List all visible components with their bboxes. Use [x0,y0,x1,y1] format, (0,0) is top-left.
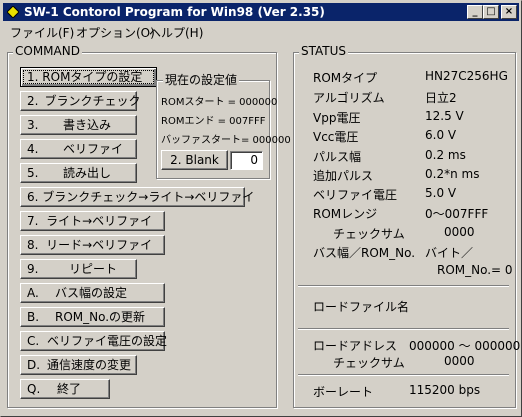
button-key: 5. [27,166,39,180]
button-key: 7. [27,214,39,228]
verify-button[interactable]: 4. ベリファイ [20,139,137,159]
read-verify-button[interactable]: 8. リード→ベリファイ [20,235,165,255]
rom-type-label: ROMタイプ [313,71,378,85]
baud-rate-label: ボーレート [313,385,374,399]
button-key: A. [27,286,39,300]
main-window: SW-1 Contorol Program for Win98 (Ver 2.3… [0,0,522,417]
button-key: B. [27,310,40,324]
menu-file[interactable]: ファイル(F) [10,24,74,41]
blank-value-field[interactable]: 0 [230,151,263,170]
blank-write-verify-button[interactable]: 6. ブランクチェック→ライト→ベリファイ [20,187,254,207]
load-checksum-value: 0000 [444,354,475,368]
minimize-button[interactable]: _ [467,5,483,19]
menu-option[interactable]: オプション(O) [76,24,155,41]
button-label: ブランクチェック [44,94,141,108]
button-label: リピート [69,262,118,276]
button-label: ROMタイプの設定 [42,70,143,84]
repeat-button[interactable]: 9. リピート [20,259,137,279]
minimize-icon: _ [472,6,478,17]
window-title: SW-1 Contorol Program for Win98 (Ver 2.3… [24,5,325,19]
additional-pulse-value: 0.2*n ms [425,167,480,181]
button-label: リード→ベリファイ [46,238,153,252]
load-checksum-label: チェックサム [333,356,405,370]
bus-width-setting-button[interactable]: A. バス幅の設定 [20,283,165,303]
checksum-value: 0000 [444,225,475,239]
close-button[interactable]: × [501,5,517,19]
button-key: 3. [27,118,39,132]
maximize-button[interactable]: □ [483,5,499,19]
rom-no-update-button[interactable]: B. ROM_No.の更新 [20,307,165,327]
button-label: ブランクチェック→ライト→ベリファイ [42,190,255,204]
button-key: C. [27,334,40,348]
rom-range-value: 0～007FFF [425,207,489,221]
title-bar[interactable]: SW-1 Contorol Program for Win98 (Ver 2.3… [3,3,519,21]
status-separator [298,328,509,330]
vcc-value: 6.0 V [425,128,457,142]
button-label: 終了 [57,382,82,396]
algorithm-label: アルゴリズム [313,91,385,105]
baud-rate-value: 115200 bps [409,383,481,397]
verify-voltage-setting-button[interactable]: C. ベリファイ電圧の設定 [20,331,168,351]
rom-end-text: ROMエンド = 007FFF [161,116,266,127]
rom-range-label: ROMレンジ [313,207,378,221]
button-label: 書き込み [63,118,112,132]
write-button[interactable]: 3. 書き込み [20,115,137,135]
vpp-value: 12.5 V [425,109,464,123]
button-label: ベリファイ [63,142,124,156]
maximize-icon: □ [486,6,496,17]
blank-check-button[interactable]: 2. ブランクチェック [20,91,141,111]
menu-help[interactable]: ヘルプ(H) [149,24,203,41]
button-key: 8. [27,238,39,252]
button-label: 通信速度の変更 [47,358,132,372]
load-file-label: ロードファイル名 [313,300,410,314]
status-group-title: STATUS [299,44,349,58]
button-key: 9. [27,262,39,276]
button-key: D. [27,358,41,372]
load-address-label: ロードアドレス [313,339,398,353]
current-settings-title: 現在の設定値 [163,71,240,88]
rom-type-value: HN27C256HG [425,69,508,83]
pulse-width-value: 0.2 ms [425,148,466,162]
button-key: Q. [27,382,41,396]
rom-start-text: ROMスタート = 000000 [161,97,278,108]
read-button[interactable]: 5. 読み出し [20,163,137,183]
rom-no-value: ROM_No.= 0 [437,263,513,277]
quit-button[interactable]: Q. 終了 [20,379,110,399]
close-icon: × [504,6,514,17]
vpp-label: Vpp電圧 [313,111,361,125]
button-key: 1. [27,70,39,84]
button-key: 4. [27,142,39,156]
button-label: 読み出し [63,166,112,180]
additional-pulse-label: 追加パルス [313,169,374,183]
command-group-title: COMMAND [13,44,82,58]
checksum-label: チェックサム [333,227,405,241]
baud-rate-change-button[interactable]: D. 通信速度の変更 [20,355,137,375]
algorithm-value: 日立2 [425,91,457,105]
app-diamond-icon [7,6,19,18]
verify-voltage-label: ベリファイ電圧 [313,188,398,202]
button-key: 6. [27,190,39,204]
vcc-label: Vcc電圧 [313,130,359,144]
button-label: ライト→ベリファイ [46,214,153,228]
load-address-value: 000000 ～ 000000 [409,339,521,353]
button-label: ROM_No.の更新 [55,310,146,324]
status-separator [298,285,509,287]
bus-width-value: バイト／ [425,246,474,260]
buffer-start-text: バッファスタート= 000000 [161,135,291,146]
button-label: バス幅の設定 [55,286,128,300]
status-separator [298,374,509,376]
bus-width-label: バス幅／ROM_No. [313,246,416,260]
rom-type-setting-button[interactable]: 1. ROMタイプの設定 [20,67,157,87]
menu-bar: ファイル(F) オプション(O) ヘルプ(H) [3,22,519,40]
button-label: ベリファイ電圧の設定 [47,334,168,348]
blank-button[interactable]: 2. Blank [161,150,228,170]
pulse-width-label: パルス幅 [313,150,362,164]
verify-voltage-value: 5.0 V [425,186,457,200]
write-verify-button[interactable]: 7. ライト→ベリファイ [20,211,165,231]
button-key: 2. [27,94,39,108]
